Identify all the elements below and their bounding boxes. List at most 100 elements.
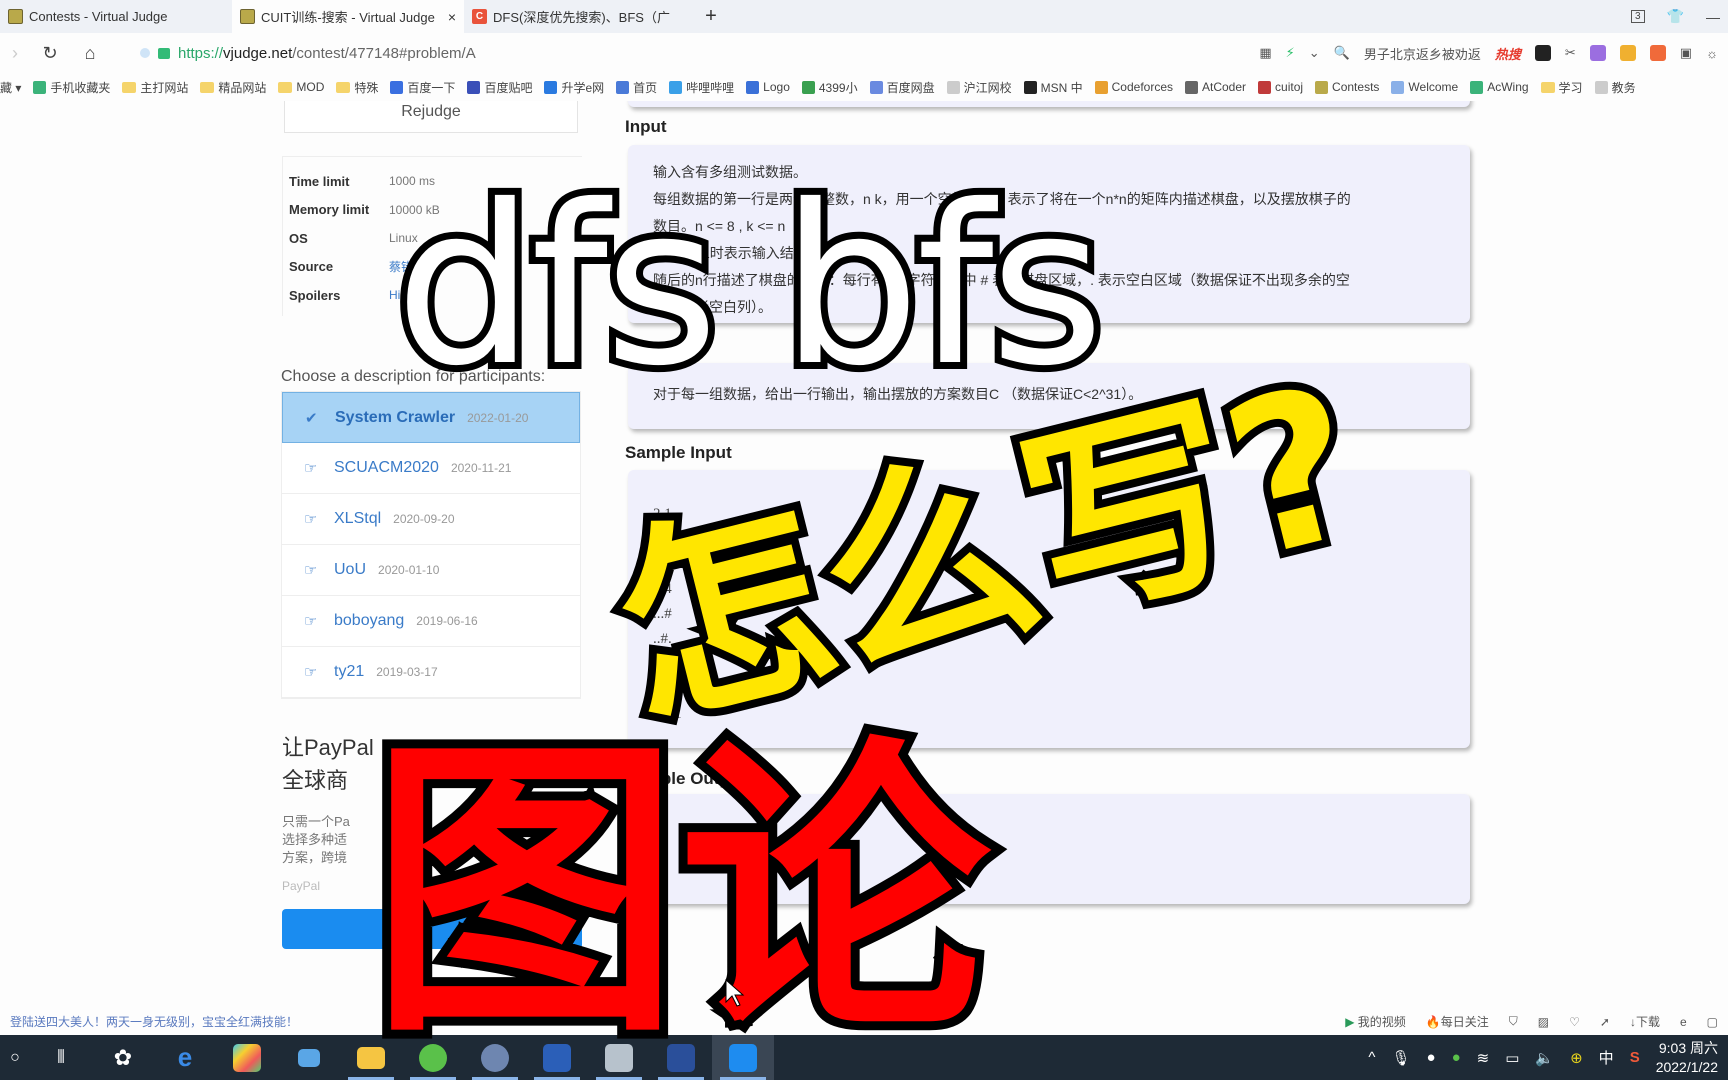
wifi-icon[interactable]: ≋ xyxy=(1477,1049,1490,1067)
file-explorer-icon[interactable] xyxy=(340,1035,402,1080)
word-icon[interactable] xyxy=(526,1035,588,1080)
heart-icon[interactable]: ♡ xyxy=(1569,1015,1580,1029)
bookmark-item[interactable]: Logo xyxy=(746,80,790,94)
close-tab-icon[interactable]: × xyxy=(448,9,456,25)
rocket-icon[interactable]: ➚ xyxy=(1600,1015,1610,1029)
bookmark-item[interactable]: 学习 xyxy=(1540,79,1583,96)
search-hint[interactable]: 男子北京返乡被劝返 xyxy=(1364,44,1481,63)
sogou-icon[interactable]: S xyxy=(1630,1049,1640,1066)
qr-icon[interactable]: ▦ xyxy=(1259,45,1271,61)
ad-cta-button[interactable] xyxy=(282,909,582,949)
bookmark-item[interactable]: MOD xyxy=(278,80,324,94)
source-link[interactable]: 蔡错@ xyxy=(389,258,425,275)
address-bar[interactable]: https://vjudge.net/contest/477148#proble… xyxy=(140,45,476,62)
ie-icon[interactable]: e xyxy=(1680,1015,1687,1029)
tray-app-icon[interactable]: ● xyxy=(1427,1049,1436,1066)
description-item[interactable]: ☞ ty21 2019-03-17 xyxy=(282,647,580,698)
sample-input-box[interactable]: 2 1 #. .# 4 4 ...# ..#. .#.. #... -1 -1 xyxy=(628,470,1470,748)
image-icon[interactable]: ▨ xyxy=(1538,1015,1549,1029)
shield-extension-icon[interactable] xyxy=(1619,45,1636,61)
shield-icon[interactable]: ⛉ xyxy=(1509,1014,1518,1029)
my-videos-link[interactable]: ▶ 我的视频 xyxy=(1345,1013,1406,1030)
bookmark-item[interactable]: cuitoj xyxy=(1258,80,1303,94)
bookmark-item[interactable]: AtCoder xyxy=(1185,80,1246,94)
scissors-icon[interactable]: ✂ xyxy=(1565,45,1576,61)
description-item[interactable]: ☞ boboyang 2019-06-16 xyxy=(282,596,580,647)
promo-text[interactable]: 登陆送四大美人！两天一身无级别，宝宝全红满技能！ xyxy=(10,1013,298,1030)
description-item[interactable]: ☞ UoU 2020-01-10 xyxy=(282,545,580,596)
qq-icon[interactable] xyxy=(464,1035,526,1080)
bookmark-item[interactable]: AcWing xyxy=(1470,80,1529,94)
bookmark-item[interactable]: Contests xyxy=(1315,80,1379,94)
description-item[interactable]: ☞ SCUACM2020 2020-11-21 xyxy=(282,443,580,494)
forward-icon[interactable]: › xyxy=(0,43,30,64)
bookmark-item[interactable]: 主打网站 xyxy=(122,79,188,96)
bookmark-item[interactable]: 精品网站 xyxy=(200,79,266,96)
dev-cpp-icon[interactable] xyxy=(650,1035,712,1080)
site-info-icon[interactable] xyxy=(140,48,150,58)
search-icon[interactable]: ○ xyxy=(0,1035,30,1080)
apps-grid-icon[interactable]: ▣ xyxy=(1680,45,1692,61)
microphone-icon[interactable]: 🎙 xyxy=(1391,1049,1410,1067)
bookmark-item[interactable]: MSN 中 xyxy=(1023,79,1083,96)
home-icon[interactable]: ⌂ xyxy=(70,43,110,64)
description-item[interactable]: ☞ XLStql 2020-09-20 xyxy=(282,494,580,545)
daily-follow-link[interactable]: 🔥每日关注 xyxy=(1426,1013,1489,1030)
translate-icon[interactable] xyxy=(1589,45,1606,61)
spoilers-toggle[interactable]: Hide xyxy=(389,288,414,302)
bookmark-item[interactable]: 手机收藏夹 xyxy=(33,79,110,96)
bookmark-item[interactable]: Codeforces xyxy=(1094,80,1173,94)
chevron-down-icon[interactable]: ⌄ xyxy=(1309,45,1320,61)
tray-expand-icon[interactable]: ^ xyxy=(1368,1049,1375,1066)
description-item[interactable]: ✔ System Crawler 2022-01-20 xyxy=(282,392,580,443)
game-extension-icon[interactable] xyxy=(1649,45,1666,61)
bookmark-item[interactable]: 沪江网校 xyxy=(946,79,1012,96)
sample-output-box[interactable] xyxy=(628,794,1470,904)
tab-contests[interactable]: Contests - Virtual Judge xyxy=(0,0,232,33)
browser-360-icon[interactable] xyxy=(402,1035,464,1080)
clock[interactable]: 9:03 周六 2022/1/22 xyxy=(1656,1039,1718,1077)
paypal-ad[interactable]: 让PayPal 全球商 只需一个Pa 选择多种适 方案，跨境 PayPal xyxy=(282,731,582,949)
meeting-app-icon[interactable] xyxy=(712,1035,774,1080)
bookmark-item[interactable]: 教务 xyxy=(1594,79,1636,96)
window-icon[interactable]: ▢ xyxy=(1707,1015,1718,1029)
fan-app-icon[interactable]: ✿ xyxy=(92,1035,154,1080)
bookmark-item[interactable]: Welcome xyxy=(1391,80,1458,94)
bookmark-item[interactable]: 首页 xyxy=(616,79,657,96)
minimize-icon[interactable]: — xyxy=(1706,9,1720,25)
description-date: 2020-09-20 xyxy=(393,512,455,526)
download-link[interactable]: ↓下载 xyxy=(1630,1013,1660,1030)
input-heading: Input xyxy=(625,117,667,136)
reload-icon[interactable]: ↻ xyxy=(30,43,70,64)
bookmarks-menu[interactable]: 藏 ▾ xyxy=(0,79,21,96)
lightning-icon[interactable]: ⚡ xyxy=(1286,45,1295,61)
bookmark-item[interactable]: 哔哩哔哩 xyxy=(669,79,734,96)
battery-icon[interactable]: ▭ xyxy=(1505,1049,1519,1067)
ime-indicator[interactable]: 中 xyxy=(1599,1047,1614,1068)
bookmark-item[interactable]: 百度贴吧 xyxy=(467,79,532,96)
bookmark-item[interactable]: 百度一下 xyxy=(390,79,455,96)
tray-plus-icon[interactable]: ⊕ xyxy=(1570,1049,1583,1067)
search-icon[interactable]: 🔍 xyxy=(1334,45,1350,61)
bookmark-item[interactable]: 4399小 xyxy=(801,79,858,96)
skin-icon[interactable]: 👕 xyxy=(1667,8,1684,25)
remote-desktop-icon[interactable] xyxy=(278,1035,340,1080)
bookmark-item[interactable]: 百度网盘 xyxy=(869,79,935,96)
brightness-icon[interactable]: ☼ xyxy=(1706,46,1718,61)
monitor-app-icon[interactable] xyxy=(588,1035,650,1080)
new-tab-button[interactable]: + xyxy=(696,0,726,33)
bookmark-item[interactable]: 升学e网 xyxy=(544,79,604,96)
tab-count-badge[interactable]: 3 xyxy=(1631,10,1645,23)
rejudge-button[interactable]: Rejudge xyxy=(284,101,578,133)
tab-dfs-bfs[interactable]: C DFS(深度优先搜索)、BFS（广 xyxy=(464,0,696,33)
bookmark-item[interactable]: 特殊 xyxy=(336,79,378,96)
colorful-app-icon[interactable] xyxy=(216,1035,278,1080)
tray-browser-icon[interactable]: ● xyxy=(1452,1049,1461,1066)
task-view-icon[interactable]: ⫴ xyxy=(30,1035,92,1080)
extension-icon[interactable] xyxy=(1534,45,1551,61)
ad-body-line: 方案，跨境 xyxy=(282,850,348,865)
volume-icon[interactable]: 🔈 xyxy=(1535,1049,1554,1067)
tab-cuit-search[interactable]: CUIT训练-搜索 - Virtual Judge × xyxy=(232,0,464,33)
hot-search-label[interactable]: 热搜 xyxy=(1495,44,1521,63)
ie-icon[interactable]: e xyxy=(154,1035,216,1080)
